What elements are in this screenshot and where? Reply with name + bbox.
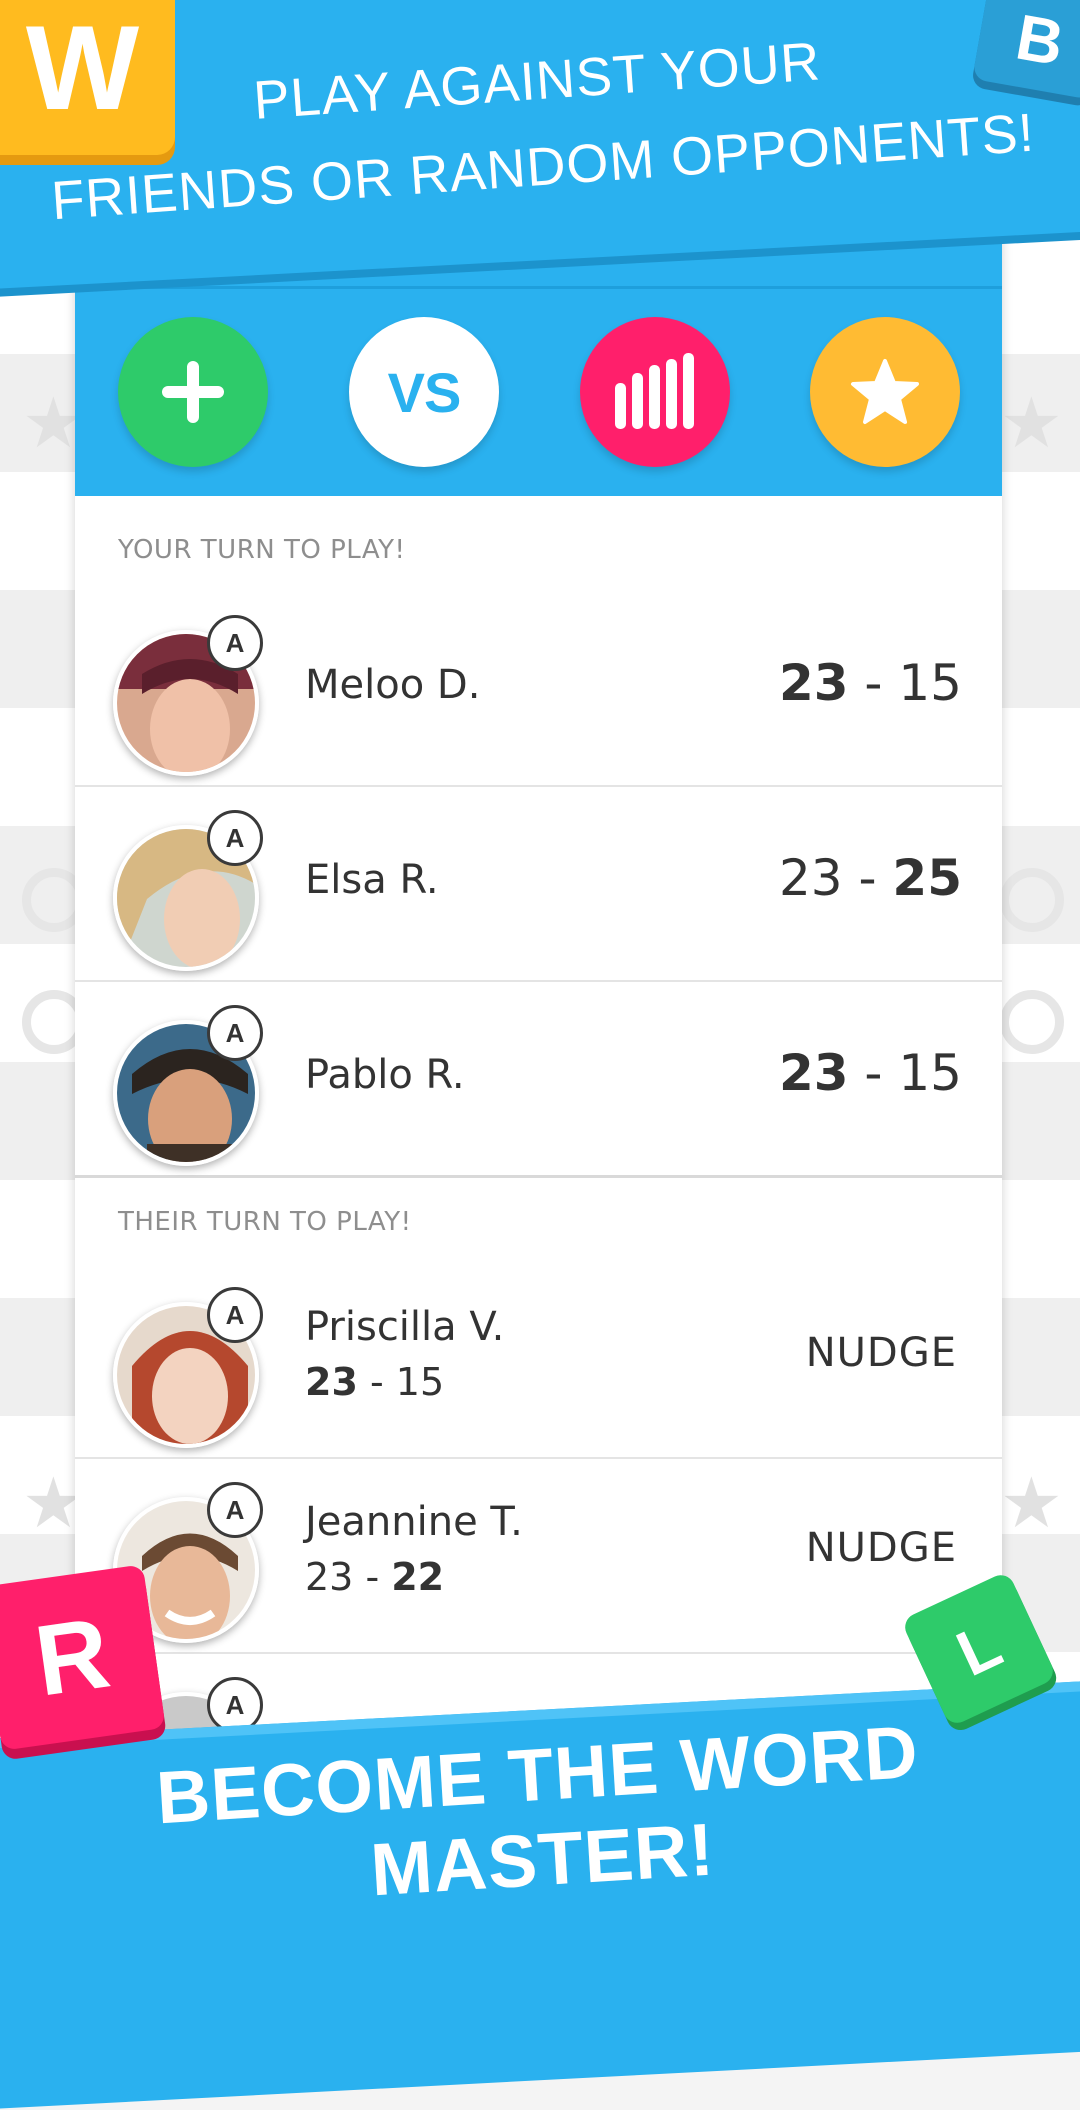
score-separator: -: [848, 1044, 899, 1102]
score-left: 23: [305, 1360, 358, 1404]
score: 23 - 22: [305, 1555, 444, 1599]
score-separator: -: [848, 654, 899, 712]
player-badge: A: [207, 1005, 263, 1061]
score-left: 23: [778, 654, 849, 712]
score-left: 23: [305, 1555, 354, 1599]
favorites-button[interactable]: [810, 317, 960, 467]
nudge-button[interactable]: NUDGE: [806, 1525, 957, 1571]
score-right: 15: [898, 1044, 962, 1102]
score-separator: -: [842, 849, 893, 907]
score: 23 - 15: [779, 1044, 962, 1102]
game-row-elsa[interactable]: A Elsa R. 23 - 25: [75, 785, 1002, 982]
game-row-pablo[interactable]: A Pablo R. 23 - 15: [75, 980, 1002, 1178]
nudge-button[interactable]: NUDGE: [806, 1330, 957, 1376]
game-row-priscilla[interactable]: A Priscilla V. 23 - 15 NUDGE: [75, 1262, 1002, 1459]
toolbar-divider: [75, 286, 1002, 289]
star-icon: ★: [1000, 1462, 1063, 1544]
star-icon: ★: [1000, 382, 1063, 464]
player-name: Elsa R.: [305, 857, 439, 903]
plus-icon: [162, 361, 224, 423]
stats-button[interactable]: [580, 317, 730, 467]
player-badge: A: [207, 1287, 263, 1343]
score-right: 15: [395, 1360, 445, 1404]
player-name: Pablo R.: [305, 1052, 465, 1098]
letter-tile-r: R: [0, 1564, 166, 1751]
games-card: VS YOUR TURN TO PLAY! A Meloo D. 23 - 15: [75, 200, 1002, 1760]
player-name: Jeannine T.: [305, 1499, 523, 1545]
game-row-meloo[interactable]: A Meloo D. 23 - 15: [75, 590, 1002, 787]
score-separator: -: [353, 1555, 392, 1599]
score: 23 - 15: [779, 654, 962, 712]
new-game-button[interactable]: [118, 317, 268, 467]
score-right: 22: [391, 1555, 445, 1599]
score-separator: -: [357, 1360, 396, 1404]
player-badge: A: [207, 1482, 263, 1538]
star-icon: [851, 359, 919, 424]
player-badge: A: [207, 810, 263, 866]
player-badge: A: [207, 615, 263, 671]
letter-tile-w: W: [0, 0, 175, 155]
score-left: 23: [778, 1044, 849, 1102]
player-name: Meloo D.: [305, 662, 481, 708]
score-right: 15: [898, 654, 962, 712]
versus-label: VS: [387, 360, 462, 424]
their-turn-header: THEIR TURN TO PLAY!: [118, 1207, 412, 1237]
your-turn-header: YOUR TURN TO PLAY!: [118, 535, 406, 565]
score: 23 - 15: [305, 1360, 444, 1404]
player-name: Priscilla V.: [305, 1304, 505, 1350]
score-right: 25: [892, 849, 962, 907]
score: 23 - 25: [779, 849, 962, 907]
bar-chart-icon: [615, 353, 694, 429]
badge-ring-icon: [1000, 990, 1064, 1054]
score-left: 23: [778, 849, 843, 907]
badge-ring-icon: [1000, 868, 1064, 932]
versus-button[interactable]: VS: [349, 317, 499, 467]
game-row-jeannine[interactable]: A Jeannine T. 23 - 22 NUDGE: [75, 1457, 1002, 1654]
